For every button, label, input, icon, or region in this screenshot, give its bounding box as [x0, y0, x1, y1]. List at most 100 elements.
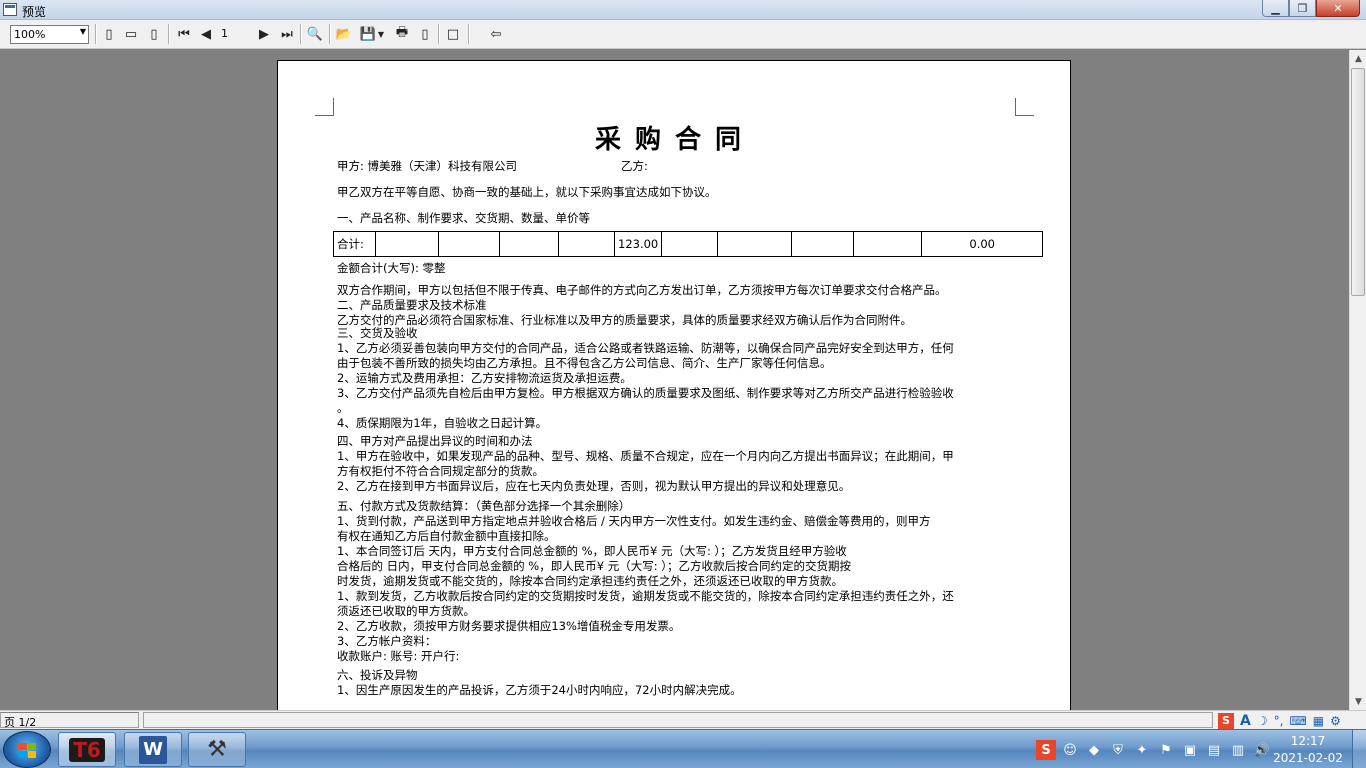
- margin-mark: [315, 98, 334, 116]
- page-status: 页 1/2: [0, 712, 139, 729]
- scroll-down-icon[interactable]: ▼: [1350, 693, 1366, 710]
- network-icon[interactable]: ◆: [1084, 740, 1104, 760]
- remote-icon[interactable]: ▣: [1180, 740, 1200, 760]
- taskbar-app-tool[interactable]: ⚒: [188, 732, 246, 767]
- contract-line: 五、付款方式及货款结算：（黄色部分选择一个其余删除）: [337, 499, 631, 513]
- update-icon[interactable]: ✦: [1132, 740, 1152, 760]
- print-button[interactable]: 🖶: [393, 25, 411, 43]
- page-setup-button[interactable]: ▯: [416, 25, 434, 43]
- amount-total: 0.00: [921, 231, 1043, 257]
- table-cell: [438, 231, 500, 257]
- contract-line: 三、交货及验收: [337, 326, 418, 340]
- ime-toolbar[interactable]: S A ☽ °, ⌨ ▦ ⚙: [1218, 711, 1341, 730]
- contract-line: 时发货，逾期发货或不能交货的，除按本合同约定承担违约责任之外，还须返还已收取的甲…: [337, 574, 843, 588]
- find-button[interactable]: 🔍: [306, 25, 324, 43]
- contract-line: 1、货到付款，产品送到甲方指定地点并验收合格后 / 天内甲方一次性支付。如发生违…: [337, 514, 931, 528]
- security-icon[interactable]: ⛨: [1108, 740, 1128, 760]
- zoom-select[interactable]: 100% ▼: [10, 25, 89, 44]
- sogou-tray-icon[interactable]: S: [1036, 740, 1056, 760]
- contract-line: 双方合作期间，甲方以包括但不限于传真、电子邮件的方式向乙方发出订单，乙方须按甲方…: [337, 283, 947, 297]
- moon-icon[interactable]: ☽: [1257, 714, 1268, 728]
- prev-page-icon: ◀: [201, 26, 211, 42]
- show-desktop-button[interactable]: [1352, 730, 1366, 768]
- fullscreen-button[interactable]: □: [444, 25, 462, 43]
- contract-line: 3、乙方交付产品须先自检后由甲方复检。甲方根据双方确认的质量要求及图纸、制作要求…: [337, 386, 954, 400]
- minimize-button[interactable]: ▁: [1262, 0, 1289, 17]
- taskbar: T6 W ⚒ S ☺ ◆ ⛨ ✦ ⚑ ▣ ▤ ▥ 🔊 12:17 2021-02…: [0, 729, 1366, 768]
- save-dropdown[interactable]: ▼: [376, 25, 386, 43]
- vm-icon[interactable]: ▤: [1204, 740, 1224, 760]
- close-button[interactable]: ✕: [1316, 0, 1360, 17]
- maximize-button[interactable]: ❐: [1289, 0, 1316, 17]
- save-icon: 💾: [359, 26, 377, 42]
- page-number-input[interactable]: 1: [218, 26, 252, 43]
- punctuation-icon[interactable]: °,: [1274, 714, 1284, 728]
- single-page-icon: ▯: [105, 26, 113, 42]
- save-button[interactable]: 💾: [359, 25, 377, 43]
- total-row: 合计: 123.00 0.00: [333, 231, 1043, 257]
- contract-line: 方有权拒付不符合合同规定部分的货款。: [337, 464, 544, 478]
- first-page-icon: ⏮: [178, 26, 190, 42]
- page-width-icon: ▭: [124, 26, 138, 42]
- window-title: 预览: [22, 5, 47, 19]
- vertical-scrollbar[interactable]: ▲ ▼: [1349, 50, 1366, 710]
- contract-line: 二、产品质量要求及技术标准: [337, 298, 487, 312]
- quantity-total: 123.00: [613, 231, 663, 257]
- contract-line: 1、款到发货，乙方收款后按合同约定的交货期按时发货，逾期发货或不能交货的，除按本…: [337, 589, 954, 603]
- qq-icon[interactable]: ☺: [1060, 740, 1080, 760]
- contract-line: 4、质保期限为1年，自验收之日起计算。: [337, 416, 548, 430]
- fullscreen-icon: □: [446, 26, 460, 42]
- tools-icon[interactable]: ⚙: [1330, 714, 1341, 728]
- sogou-icon[interactable]: S: [1218, 712, 1234, 729]
- t6-icon: T6: [69, 737, 105, 762]
- first-page-button[interactable]: ⏮: [175, 25, 193, 43]
- contract-line: 须返还已收取的甲方货款。: [337, 604, 475, 618]
- toolbar-separator: [300, 24, 302, 44]
- tool-icon: ⚒: [207, 737, 227, 762]
- zoom-value: 100%: [14, 28, 46, 41]
- start-button[interactable]: [3, 731, 51, 768]
- whole-page-icon: ▯: [150, 26, 158, 42]
- contract-line: 合格后的 日内，甲支付合同总金额的 %，即人民币¥ 元（大写: ）；乙方收款后按…: [337, 559, 851, 573]
- keyboard-icon[interactable]: ⌨: [1289, 714, 1306, 728]
- scroll-thumb[interactable]: [1351, 68, 1365, 296]
- flag-icon[interactable]: ⚑: [1156, 740, 1176, 760]
- page-width-button[interactable]: ▭: [122, 25, 140, 43]
- taskbar-app-word[interactable]: W: [124, 732, 182, 767]
- clock[interactable]: 12:17 2021-02-02: [1268, 733, 1348, 767]
- table-cell: [853, 231, 923, 257]
- contract-line: 2、乙方在接到甲方书面异议后，应在七天内负责处理，否则，视为默认甲方提出的异议和…: [337, 479, 851, 493]
- contract-line: 乙方交付的产品必须符合国家标准、行业标准以及甲方的质量要求，具体的质量要求经双方…: [337, 313, 912, 327]
- contract-line: 有权在通知乙方后自付款金额中直接扣除。: [337, 529, 556, 543]
- open-button[interactable]: 📂: [335, 25, 353, 43]
- single-page-button[interactable]: ▯: [100, 25, 118, 43]
- contract-line: 1、乙方必须妥善包装向甲方交付的合同产品，适合公路或者铁路运输、防潮等，以确保合…: [337, 341, 954, 355]
- monitor-icon[interactable]: ▥: [1228, 740, 1248, 760]
- menu-icon[interactable]: ▦: [1313, 714, 1324, 728]
- close-icon: ✕: [1333, 1, 1343, 15]
- contract-line: 2、运输方式及费用承担：乙方安排物流运货及承担运费。: [337, 371, 632, 385]
- ime-lang[interactable]: A: [1240, 713, 1251, 729]
- contract-line: 1、甲方在验收中，如果发现产品的品种、型号、规格、质量不合规定，应在一个月内向乙…: [337, 449, 954, 463]
- next-page-button[interactable]: ▶: [255, 25, 273, 43]
- exit-button[interactable]: ⇦: [487, 25, 505, 43]
- clock-time: 12:17: [1290, 734, 1326, 748]
- margin-mark: [1015, 98, 1034, 116]
- windows-logo-icon: [18, 743, 36, 758]
- last-page-button[interactable]: ⏭: [278, 25, 296, 43]
- table-cell: [558, 231, 615, 257]
- preview-area[interactable]: 采购合同 甲方: 博美雅（天津）科技有限公司 乙方: 甲乙双方在平等自愿、协商一…: [0, 50, 1349, 710]
- taskbar-app-t6[interactable]: T6: [58, 732, 116, 767]
- word-icon: W: [139, 735, 167, 764]
- whole-page-button[interactable]: ▯: [145, 25, 163, 43]
- contract-line: 六、投诉及异物: [337, 668, 418, 682]
- minimize-icon: ▁: [1271, 1, 1280, 15]
- window-titlebar: 预览 ▁ ❐ ✕: [0, 0, 1366, 20]
- system-tray: S ☺ ◆ ⛨ ✦ ⚑ ▣ ▤ ▥ 🔊: [1036, 738, 1272, 762]
- total-label: 合计:: [333, 231, 376, 257]
- contract-line: 1、因生产原因发生的产品投诉，乙方须于24小时内响应，72小时内解决完成。: [337, 683, 742, 697]
- prev-page-button[interactable]: ◀: [197, 25, 215, 43]
- search-icon: 🔍: [306, 26, 324, 42]
- items-table: 合计: 123.00 0.00: [333, 231, 1043, 257]
- scroll-up-icon[interactable]: ▲: [1350, 50, 1366, 67]
